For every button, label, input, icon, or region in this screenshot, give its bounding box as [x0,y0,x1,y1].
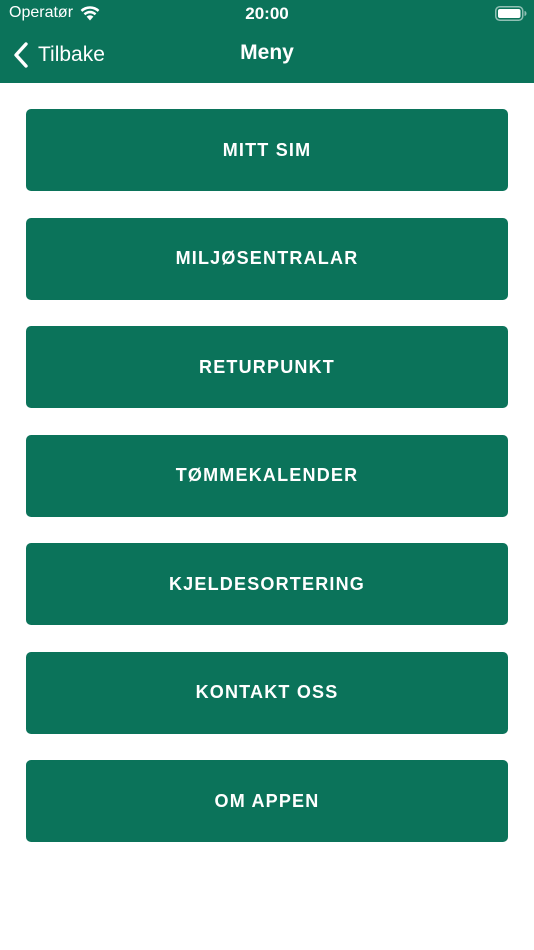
battery-icon [495,6,527,21]
clock: 20:00 [245,4,289,23]
navigation-bar: Tilbake Meny [0,28,534,83]
mitt-sim-button[interactable]: MITT SIM [26,109,508,191]
page-title: Meny [240,41,294,64]
tommekalender-button[interactable]: TØMMEKALENDER [26,434,508,517]
kontakt-oss-button[interactable]: KONTAKT OSS [26,651,508,734]
miljosentralar-button[interactable]: MILJØSENTRALAR [26,217,508,300]
header: Operatør 20:00 Tilbake Meny [0,0,534,83]
om-appen-button[interactable]: OM APPEN [26,760,508,842]
returpunkt-button[interactable]: RETURPUNKT [26,326,508,408]
menu-list: MITT SIM MILJØSENTRALAR RETURPUNKT TØMME… [26,109,508,869]
kjeldesortering-button[interactable]: KJELDESORTERING [26,543,508,625]
status-bar: Operatør 20:00 [0,0,534,28]
